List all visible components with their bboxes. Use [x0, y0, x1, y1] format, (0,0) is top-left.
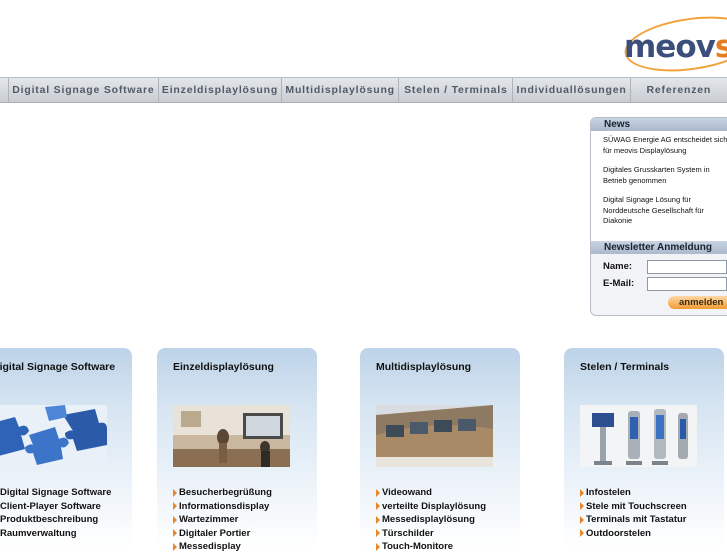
- arrow-icon: [580, 515, 584, 524]
- email-input[interactable]: [647, 276, 727, 291]
- list-item[interactable]: Messedisplaylösung: [376, 513, 486, 527]
- terminals-icon: [580, 405, 697, 467]
- list-item[interactable]: Informationsdisplay: [173, 500, 272, 514]
- nav-item-stelen-terminals[interactable]: Stelen / Terminals: [398, 78, 512, 102]
- column-link-list: Infostelen Stele mit Touchscreen Termina…: [580, 486, 687, 540]
- list-item[interactable]: Digital Signage Software: [0, 486, 111, 500]
- arrow-icon: [376, 542, 380, 551]
- list-item[interactable]: verteilte Displaylösung: [376, 500, 486, 514]
- main-navigation: Digital Signage Software Einzeldisplaylö…: [0, 77, 727, 103]
- column-multidisplayloesung: Multidisplaylösung Videowand verteilte D…: [360, 348, 520, 552]
- name-label: Name:: [603, 261, 633, 272]
- list-item[interactable]: Infostelen: [580, 486, 687, 500]
- name-input[interactable]: [647, 259, 727, 274]
- list-item[interactable]: Messedisplay: [173, 540, 272, 554]
- arrow-icon: [173, 542, 177, 551]
- column-einzeldisplayloesung: Einzeldisplaylösung Besucherbegrüßung In…: [157, 348, 317, 552]
- column-stelen-terminals: Stelen / Terminals Infostelen Stele mit …: [564, 348, 724, 548]
- arrow-icon: [376, 529, 380, 538]
- nav-item-referenzen[interactable]: Referenzen: [629, 78, 727, 102]
- puzzle-pieces-icon: [0, 405, 107, 467]
- column-digital-signage-software: Digital Signage Software Digital Signage…: [0, 348, 132, 548]
- column-title[interactable]: Digital Signage Software: [0, 361, 115, 373]
- logo-text: meovs: [624, 29, 727, 65]
- list-item[interactable]: Videowand: [376, 486, 486, 500]
- meovis-logo[interactable]: meovs: [612, 14, 727, 72]
- news-item[interactable]: SÜWAG Energie AG entscheidet sich für me…: [603, 135, 727, 156]
- list-item[interactable]: Touch-Monitore: [376, 540, 486, 554]
- nav-item-home[interactable]: [0, 78, 8, 102]
- arrow-icon: [173, 515, 177, 524]
- list-item[interactable]: Wartezimmer: [173, 513, 272, 527]
- arrow-icon: [173, 529, 177, 538]
- nav-item-einzeldisplayloesung[interactable]: Einzeldisplaylösung: [157, 78, 281, 102]
- column-title[interactable]: Multidisplaylösung: [376, 361, 471, 373]
- column-title[interactable]: Stelen / Terminals: [580, 361, 669, 373]
- lobby-display-image[interactable]: [173, 405, 290, 467]
- lobby-display-icon: [173, 405, 290, 467]
- list-item[interactable]: Türschilder: [376, 527, 486, 541]
- newsletter-form: Name: E-Mail: anmelden: [591, 254, 727, 309]
- arrow-icon: [173, 502, 177, 511]
- arrow-icon: [580, 488, 584, 497]
- email-label: E-Mail:: [603, 278, 635, 289]
- sidebar-box: News SÜWAG Energie AG entscheidet sich f…: [590, 117, 727, 316]
- arrow-icon: [173, 488, 177, 497]
- list-item[interactable]: Stele mit Touchscreen: [580, 500, 687, 514]
- list-item[interactable]: Client-Player Software: [0, 500, 111, 514]
- news-item[interactable]: Digital Signage Lösung für Norddeutsche …: [603, 195, 727, 227]
- newsletter-submit-button[interactable]: anmelden: [668, 296, 727, 309]
- column-link-list: Digital Signage Software Client-Player S…: [0, 486, 111, 540]
- list-item[interactable]: Outdoorstelen: [580, 527, 687, 541]
- newsletter-header: Newsletter Anmeldung: [591, 241, 727, 254]
- news-header: News: [591, 118, 727, 131]
- column-link-list: Besucherbegrüßung Informationsdisplay Wa…: [173, 486, 272, 554]
- arrow-icon: [376, 488, 380, 497]
- arrow-icon: [376, 502, 380, 511]
- nav-item-digital-signage-software[interactable]: Digital Signage Software: [7, 78, 158, 102]
- video-wall-icon: [376, 405, 493, 467]
- arrow-icon: [376, 515, 380, 524]
- list-item[interactable]: Produktbeschreibung: [0, 513, 111, 527]
- nav-item-multidisplayloesung[interactable]: Multidisplaylösung: [281, 78, 398, 102]
- arrow-icon: [580, 529, 584, 538]
- news-item[interactable]: Digitales Grusskarten System in Betrieb …: [603, 165, 727, 186]
- column-title[interactable]: Einzeldisplaylösung: [173, 361, 274, 373]
- news-list: SÜWAG Energie AG entscheidet sich für me…: [591, 131, 727, 241]
- list-item[interactable]: Terminals mit Tastatur: [580, 513, 687, 527]
- column-link-list: Videowand verteilte Displaylösung Messed…: [376, 486, 486, 554]
- arrow-icon: [580, 502, 584, 511]
- nav-item-individualloesungen[interactable]: Individuallösungen: [512, 78, 629, 102]
- video-wall-image[interactable]: [376, 405, 493, 467]
- list-item[interactable]: Besucherbegrüßung: [173, 486, 272, 500]
- puzzle-image[interactable]: [0, 405, 107, 467]
- list-item[interactable]: Raumverwaltung: [0, 527, 111, 541]
- terminals-image[interactable]: [580, 405, 697, 467]
- list-item[interactable]: Digitaler Portier: [173, 527, 272, 541]
